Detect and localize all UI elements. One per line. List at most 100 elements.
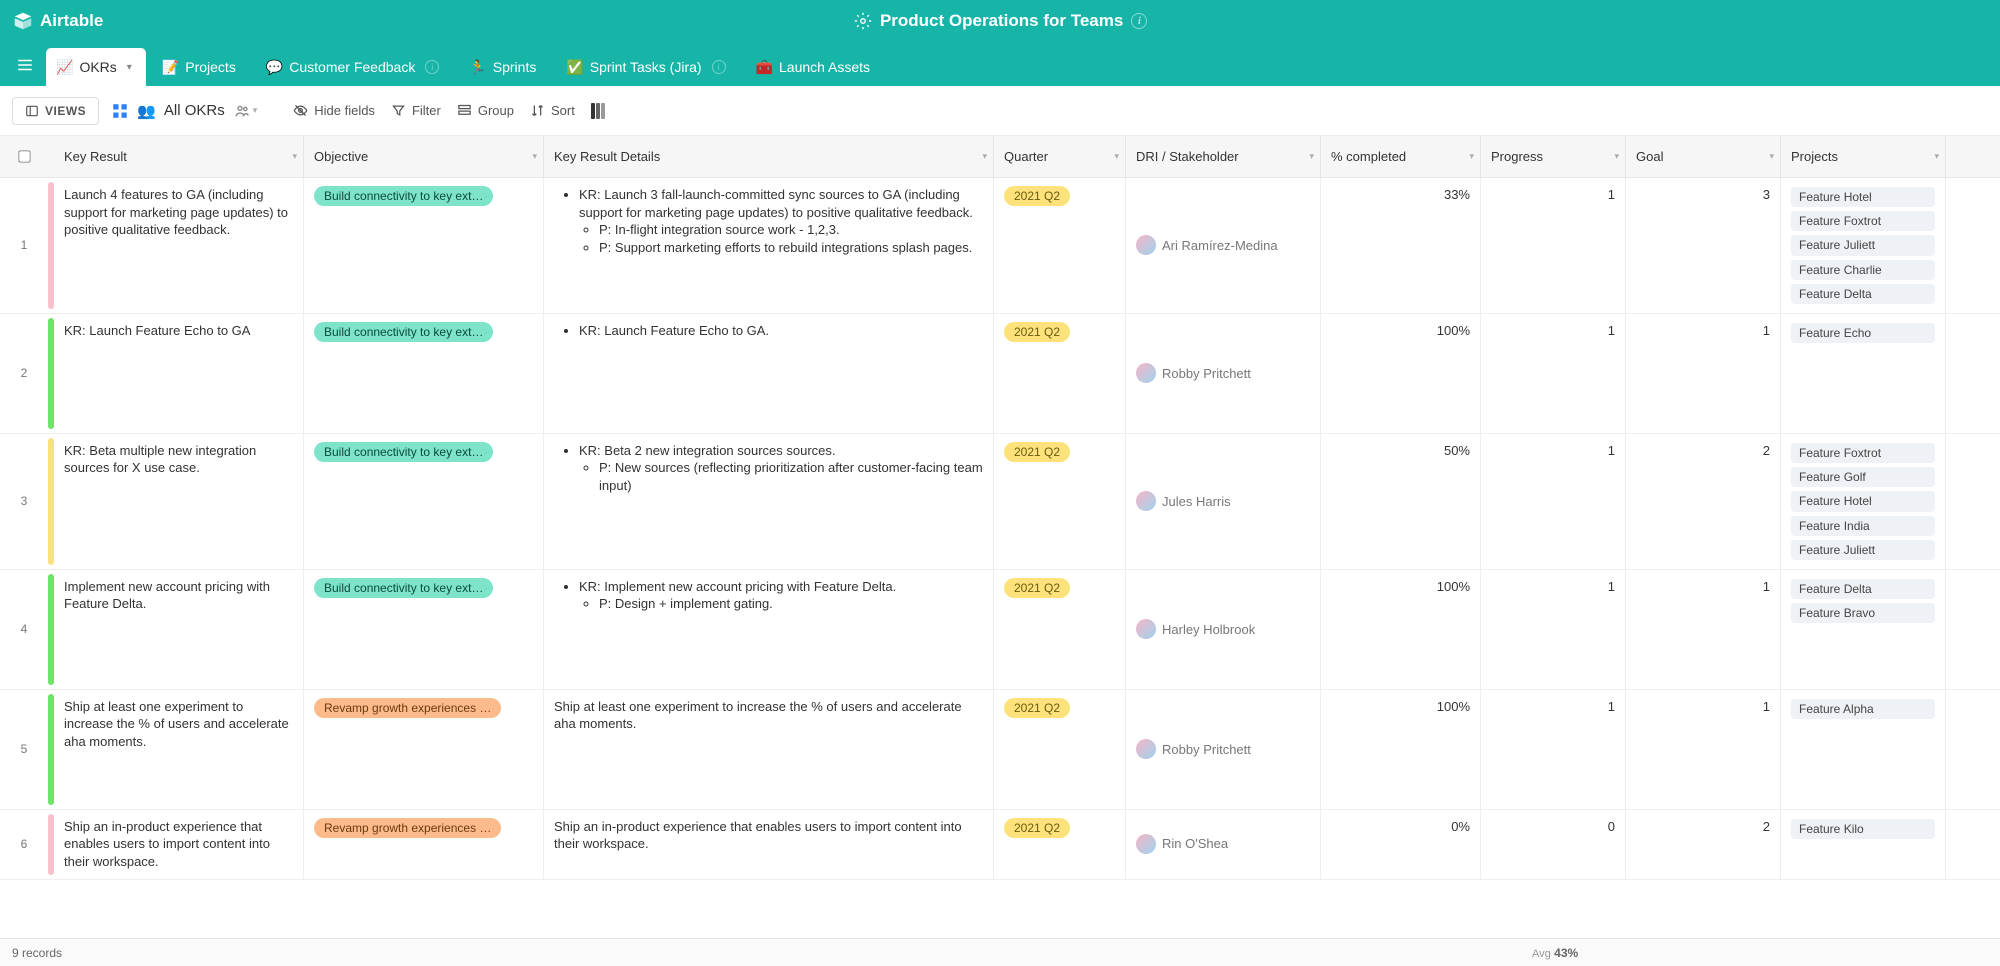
chevron-down-icon[interactable]: ▾	[982, 151, 987, 162]
cell-quarter[interactable]: 2021 Q2	[994, 810, 1126, 879]
chevron-down-icon[interactable]: ▾	[1114, 151, 1119, 162]
view-selector[interactable]: 👥 All OKRs ▾	[111, 102, 257, 120]
color-button[interactable]	[589, 99, 607, 123]
cell-progress[interactable]: 1	[1481, 570, 1626, 689]
cell-dri[interactable]: Harley Holbrook	[1126, 570, 1321, 689]
project-chip[interactable]: Feature Hotel	[1791, 491, 1935, 511]
cell-pct[interactable]: 100%	[1321, 314, 1481, 433]
cell-projects[interactable]: Feature Kilo	[1781, 810, 1946, 879]
filter-button[interactable]: Filter	[389, 99, 443, 122]
cell-details[interactable]: Ship at least one experiment to increase…	[544, 690, 994, 809]
cell-details[interactable]: KR: Implement new account pricing with F…	[544, 570, 994, 689]
tab-launch-assets[interactable]: 🧰Launch Assets	[746, 48, 885, 86]
menu-button[interactable]	[10, 50, 40, 80]
cell-key-result[interactable]: Implement new account pricing with Featu…	[54, 570, 304, 689]
cell-projects[interactable]: Feature Alpha	[1781, 690, 1946, 809]
tab-okrs[interactable]: 📈OKRs▾	[46, 48, 146, 86]
project-chip[interactable]: Feature Delta	[1791, 579, 1935, 599]
cell-details[interactable]: KR: Launch 3 fall-launch-committed sync …	[544, 178, 994, 313]
group-button[interactable]: Group	[455, 99, 516, 122]
chevron-down-icon[interactable]: ▾	[292, 151, 297, 162]
cell-pct[interactable]: 100%	[1321, 690, 1481, 809]
cell-pct[interactable]: 33%	[1321, 178, 1481, 313]
cell-dri[interactable]: Ari Ramírez-Medina	[1126, 178, 1321, 313]
table-row[interactable]: 4Implement new account pricing with Feat…	[0, 570, 2000, 690]
cell-details[interactable]: KR: Launch Feature Echo to GA.	[544, 314, 994, 433]
column-header-dri[interactable]: DRI / Stakeholder▾	[1126, 136, 1321, 177]
chevron-down-icon[interactable]: ▾	[1309, 151, 1314, 162]
cell-objective[interactable]: Build connectivity to key ext…	[304, 178, 544, 313]
cell-details[interactable]: Ship an in-product experience that enabl…	[544, 810, 994, 879]
logo[interactable]: Airtable	[12, 10, 103, 32]
project-chip[interactable]: Feature India	[1791, 516, 1935, 536]
cell-dri[interactable]: Rin O'Shea	[1126, 810, 1321, 879]
cell-pct[interactable]: 0%	[1321, 810, 1481, 879]
project-chip[interactable]: Feature Foxtrot	[1791, 443, 1935, 463]
column-header-goal[interactable]: Goal▾	[1626, 136, 1781, 177]
cell-goal[interactable]: 1	[1626, 314, 1781, 433]
cell-progress[interactable]: 1	[1481, 314, 1626, 433]
cell-quarter[interactable]: 2021 Q2	[994, 314, 1126, 433]
table-row[interactable]: 1Launch 4 features to GA (including supp…	[0, 178, 2000, 314]
project-chip[interactable]: Feature Bravo	[1791, 603, 1935, 623]
cell-key-result[interactable]: KR: Launch Feature Echo to GA	[54, 314, 304, 433]
cell-objective[interactable]: Revamp growth experiences …	[304, 810, 544, 879]
chevron-down-icon[interactable]: ▾	[1934, 151, 1939, 162]
cell-projects[interactable]: Feature Echo	[1781, 314, 1946, 433]
project-chip[interactable]: Feature Golf	[1791, 467, 1935, 487]
tab-sprints[interactable]: 🏃Sprints	[459, 48, 550, 86]
column-header-obj[interactable]: Objective▾	[304, 136, 544, 177]
cell-objective[interactable]: Revamp growth experiences …	[304, 690, 544, 809]
column-header-prog[interactable]: Progress▾	[1481, 136, 1626, 177]
cell-goal[interactable]: 3	[1626, 178, 1781, 313]
select-all[interactable]	[0, 136, 48, 177]
project-chip[interactable]: Feature Hotel	[1791, 187, 1935, 207]
project-chip[interactable]: Feature Foxtrot	[1791, 211, 1935, 231]
cell-key-result[interactable]: Launch 4 features to GA (including suppo…	[54, 178, 304, 313]
cell-progress[interactable]: 0	[1481, 810, 1626, 879]
cell-pct[interactable]: 50%	[1321, 434, 1481, 569]
chevron-down-icon[interactable]: ▾	[1769, 151, 1774, 162]
chevron-down-icon[interactable]: ▾	[1469, 151, 1474, 162]
tab-projects[interactable]: 📝Projects	[152, 48, 250, 86]
info-icon[interactable]: i	[1131, 13, 1147, 29]
cell-quarter[interactable]: 2021 Q2	[994, 178, 1126, 313]
cell-details[interactable]: KR: Beta 2 new integration sources sourc…	[544, 434, 994, 569]
cell-goal[interactable]: 1	[1626, 690, 1781, 809]
tab-customer-feedback[interactable]: 💬Customer Feedbacki	[256, 48, 454, 86]
cell-quarter[interactable]: 2021 Q2	[994, 690, 1126, 809]
column-header-q[interactable]: Quarter▾	[994, 136, 1126, 177]
column-header-kr[interactable]: Key Result▾	[54, 136, 304, 177]
cell-quarter[interactable]: 2021 Q2	[994, 434, 1126, 569]
project-chip[interactable]: Feature Charlie	[1791, 260, 1935, 280]
base-title[interactable]: Product Operations for Teams i	[103, 11, 1898, 31]
data-grid[interactable]: Key Result▾Objective▾Key Result Details▾…	[0, 136, 2000, 938]
cell-objective[interactable]: Build connectivity to key ext…	[304, 570, 544, 689]
cell-goal[interactable]: 1	[1626, 570, 1781, 689]
column-header-det[interactable]: Key Result Details▾	[544, 136, 994, 177]
table-row[interactable]: 2KR: Launch Feature Echo to GABuild conn…	[0, 314, 2000, 434]
project-chip[interactable]: Feature Echo	[1791, 323, 1935, 343]
cell-projects[interactable]: Feature Foxtrot Feature Golf Feature Hotel…	[1781, 434, 1946, 569]
tab-sprint-tasks-jira-[interactable]: ✅Sprint Tasks (Jira)i	[556, 48, 739, 86]
cell-quarter[interactable]: 2021 Q2	[994, 570, 1126, 689]
cell-key-result[interactable]: Ship at least one experiment to increase…	[54, 690, 304, 809]
column-header-pct[interactable]: % completed▾	[1321, 136, 1481, 177]
column-header-proj[interactable]: Projects▾	[1781, 136, 1946, 177]
project-chip[interactable]: Feature Juliett	[1791, 235, 1935, 255]
project-chip[interactable]: Feature Juliett	[1791, 540, 1935, 560]
chevron-down-icon[interactable]: ▾	[532, 151, 537, 162]
project-chip[interactable]: Feature Kilo	[1791, 819, 1935, 839]
views-button[interactable]: VIEWS	[12, 97, 99, 125]
cell-key-result[interactable]: Ship an in-product experience that enabl…	[54, 810, 304, 879]
hide-fields-button[interactable]: Hide fields	[291, 99, 377, 122]
cell-goal[interactable]: 2	[1626, 810, 1781, 879]
sort-button[interactable]: Sort	[528, 99, 577, 122]
cell-dri[interactable]: Jules Harris	[1126, 434, 1321, 569]
cell-pct[interactable]: 100%	[1321, 570, 1481, 689]
cell-progress[interactable]: 1	[1481, 434, 1626, 569]
project-chip[interactable]: Feature Alpha	[1791, 699, 1935, 719]
cell-objective[interactable]: Build connectivity to key ext…	[304, 434, 544, 569]
project-chip[interactable]: Feature Delta	[1791, 284, 1935, 304]
cell-goal[interactable]: 2	[1626, 434, 1781, 569]
